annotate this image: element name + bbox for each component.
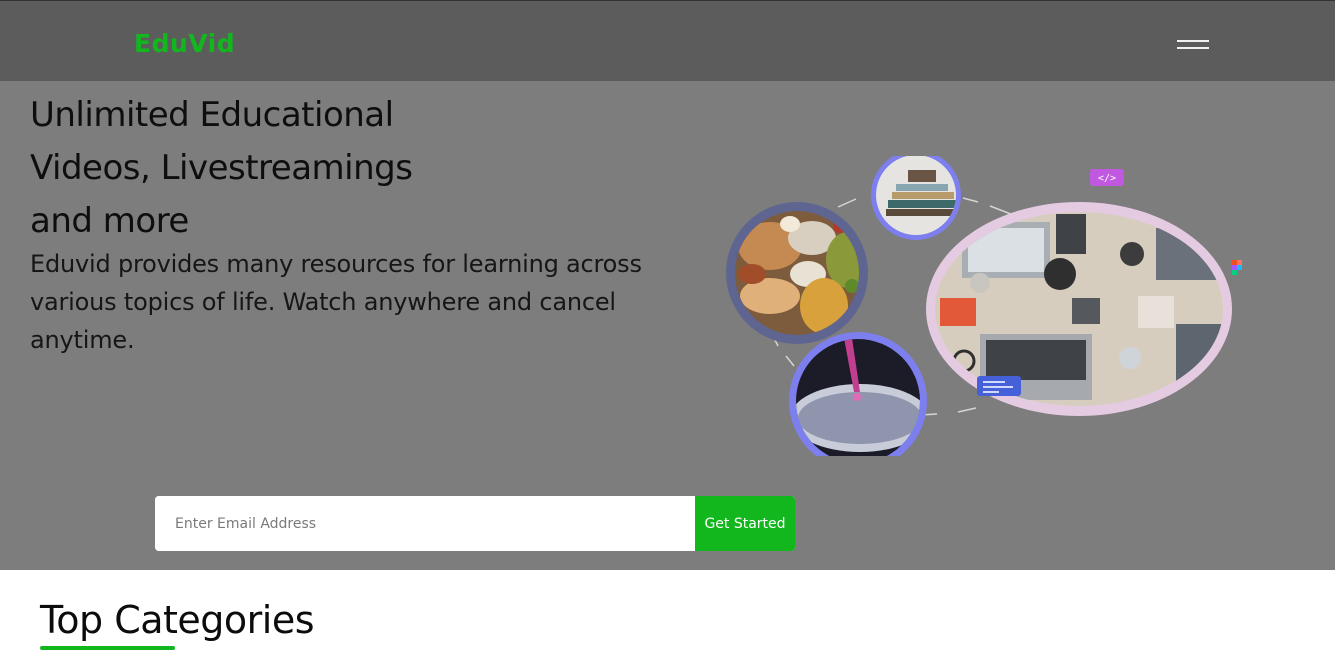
figma-logo-badge <box>1232 260 1242 275</box>
hero-description-line: anytime. <box>30 326 135 354</box>
workspace-desk-image <box>926 202 1232 416</box>
email-signup-form: Get Started <box>155 496 795 551</box>
hamburger-menu-icon[interactable] <box>1172 31 1214 59</box>
hero-title-line: Unlimited Educational <box>30 95 394 135</box>
hero-section: Unlimited Educational Videos, Livestream… <box>0 81 1335 570</box>
hero-title-line: Videos, Livestreamings <box>30 148 413 188</box>
code-tag-badge: </> <box>1090 169 1124 186</box>
get-started-button[interactable]: Get Started <box>695 496 795 551</box>
navbar: EduVid <box>0 1 1335 81</box>
brand-logo[interactable]: EduVid <box>134 29 235 58</box>
hero-title: Unlimited Educational Videos, Livestream… <box>30 89 413 248</box>
code-snippet-badge <box>977 376 1021 396</box>
heading-underline <box>40 646 175 650</box>
top-categories-heading: Top Categories <box>40 598 315 642</box>
hero-description-line: various topics of life. Watch anywhere a… <box>30 288 616 316</box>
lab-pipette-image <box>789 332 927 456</box>
hero-description: Eduvid provides many resources for learn… <box>30 245 690 359</box>
code-tag-text: </> <box>1098 173 1116 184</box>
hero-description-line: Eduvid provides many resources for learn… <box>30 250 642 278</box>
hero-illustration: </> <box>726 156 1242 456</box>
books-stack-image <box>871 156 961 240</box>
food-assortment-image <box>726 202 868 344</box>
hero-title-line: and more <box>30 201 189 241</box>
email-input[interactable] <box>155 496 695 551</box>
